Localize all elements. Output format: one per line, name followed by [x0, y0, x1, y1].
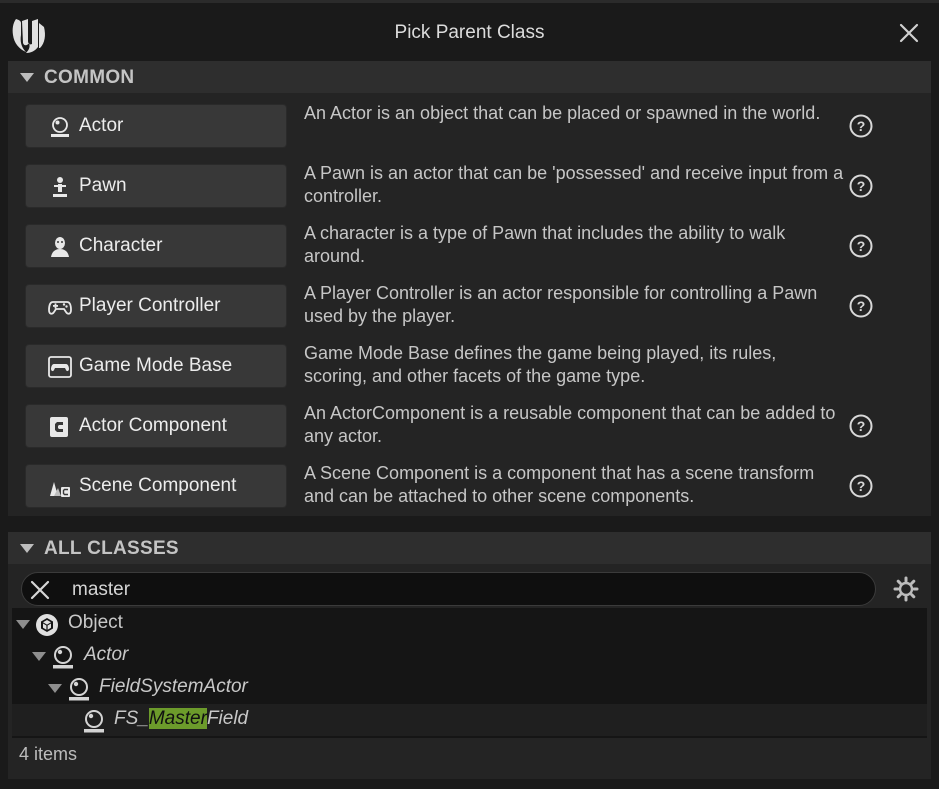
scene-component-icon [50, 482, 70, 497]
actor-component-button[interactable]: Actor Component [25, 404, 287, 448]
expand-arrow-icon[interactable] [16, 620, 30, 629]
tree-label-fs-masterfield: FS_MasterField [114, 708, 248, 730]
help-icon[interactable]: ? [849, 414, 873, 438]
help-icon[interactable]: ? [849, 294, 873, 318]
class-row-actor-component: Actor Component An ActorComponent is a r… [25, 403, 905, 452]
game-mode-icon [48, 356, 72, 378]
help-icon[interactable]: ? [849, 114, 873, 138]
class-row-player-controller: Player Controller A Player Controller is… [25, 283, 905, 332]
actor-component-description: An ActorComponent is a reusable componen… [304, 403, 836, 446]
expand-arrow-icon[interactable] [32, 652, 46, 661]
tree-item-fs-masterfield[interactable]: FS_MasterField [12, 704, 927, 736]
close-icon[interactable] [897, 21, 921, 45]
svg-text:?: ? [857, 478, 866, 494]
status-bar: 4 items [12, 738, 927, 774]
object-icon [36, 614, 58, 636]
all-classes-section-header[interactable]: ALL CLASSES [8, 532, 931, 564]
actor-icon [51, 117, 69, 137]
scene-component-description: A Scene Component is a component that ha… [304, 463, 815, 506]
tree-label-actor: Actor [84, 644, 129, 665]
item-count: 4 items [19, 744, 78, 764]
svg-text:?: ? [857, 418, 866, 434]
actor-icon [84, 710, 104, 733]
tree-label-object: Object [68, 612, 123, 633]
player-controller-button[interactable]: Player Controller [25, 284, 287, 328]
tree-item-object[interactable]: Object [12, 608, 927, 640]
pick-parent-class-dialog: Pick Parent Class COMMON Actor An Actor … [0, 0, 939, 789]
character-label: Character [79, 235, 163, 256]
svg-text:?: ? [857, 178, 866, 194]
class-search-input[interactable] [70, 575, 854, 605]
character-description: A character is a type of Pawn that inclu… [304, 223, 786, 266]
class-tree: Object Actor FieldSystemActor FS_MasterF… [12, 608, 927, 738]
class-row-game-mode-base: Game Mode Base Game Mode Base defines th… [25, 343, 905, 392]
class-row-pawn: Pawn A Pawn is an actor that can be 'pos… [25, 163, 905, 212]
gamepad-icon [48, 301, 72, 315]
class-search-box [21, 572, 876, 606]
player-controller-label: Player Controller [79, 295, 221, 316]
common-section-header[interactable]: COMMON [8, 61, 931, 93]
player-controller-description: A Player Controller is an actor responsi… [304, 283, 818, 326]
scene-component-button[interactable]: Scene Component [25, 464, 287, 508]
actor-button[interactable]: Actor [25, 104, 287, 148]
title-bar[interactable]: Pick Parent Class [0, 3, 939, 61]
actor-description: An Actor is an object that can be placed… [304, 103, 821, 123]
collapse-arrow-icon[interactable] [20, 544, 34, 553]
gear-icon[interactable] [893, 576, 919, 602]
game-mode-base-label: Game Mode Base [79, 355, 233, 376]
label-prefix: FS_ [114, 708, 149, 729]
actor-component-label: Actor Component [79, 415, 227, 436]
class-row-scene-component: Scene Component A Scene Component is a c… [25, 463, 905, 512]
actor-component-icon [50, 417, 68, 437]
help-icon[interactable]: ? [849, 234, 873, 258]
game-mode-base-description: Game Mode Base defines the game being pl… [304, 343, 777, 386]
tree-item-actor[interactable]: Actor [12, 640, 927, 672]
tree-item-fieldsystemactor[interactable]: FieldSystemActor [12, 672, 927, 704]
pawn-label: Pawn [79, 175, 127, 196]
label-suffix: Field [206, 708, 249, 729]
help-icon[interactable]: ? [849, 474, 873, 498]
pawn-icon [53, 177, 67, 197]
clear-search-icon[interactable] [29, 579, 51, 601]
character-button[interactable]: Character [25, 224, 287, 268]
all-classes-header-label: ALL CLASSES [44, 538, 179, 559]
tree-label-fieldsystemactor: FieldSystemActor [99, 676, 248, 697]
pawn-description: A Pawn is an actor that can be 'possesse… [304, 163, 844, 206]
game-mode-base-button[interactable]: Game Mode Base [25, 344, 287, 388]
svg-text:?: ? [857, 238, 866, 254]
actor-icon [69, 678, 89, 701]
svg-text:?: ? [857, 298, 866, 314]
expand-arrow-icon[interactable] [48, 684, 62, 693]
class-row-character: Character A character is a type of Pawn … [25, 223, 905, 272]
common-header-label: COMMON [44, 67, 135, 88]
class-row-actor: Actor An Actor is an object that can be … [25, 103, 905, 152]
actor-label: Actor [79, 115, 124, 136]
character-icon [51, 237, 69, 257]
actor-icon [53, 646, 73, 669]
search-match-highlight: Master [148, 708, 207, 729]
pawn-button[interactable]: Pawn [25, 164, 287, 208]
collapse-arrow-icon[interactable] [20, 73, 34, 82]
scene-component-label: Scene Component [79, 475, 237, 496]
svg-text:?: ? [857, 118, 866, 134]
help-icon[interactable]: ? [849, 174, 873, 198]
dialog-title: Pick Parent Class [394, 22, 545, 43]
